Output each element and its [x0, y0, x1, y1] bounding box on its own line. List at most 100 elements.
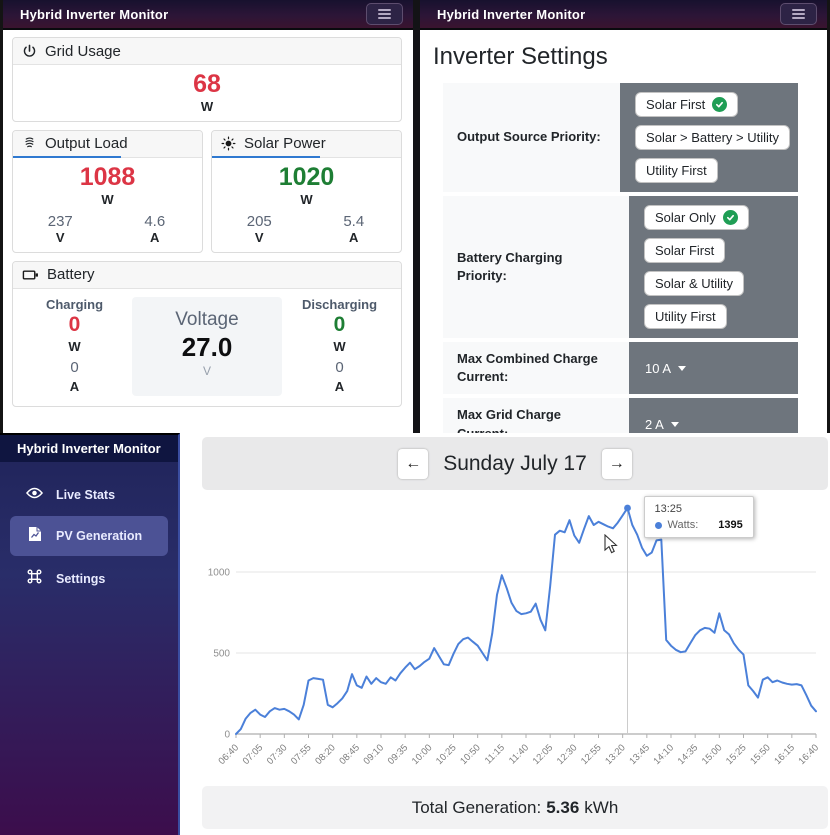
file-chart-icon [26, 526, 43, 546]
x-axis-tick-label: 08:45 [337, 742, 362, 767]
option-utility-first-button[interactable]: Utility First [635, 158, 718, 183]
x-axis-tick-label: 11:15 [483, 742, 507, 766]
max-combined-charge-row: Max Combined Charge Current: 10 A [443, 342, 798, 394]
x-axis-tick-label: 07:05 [241, 742, 266, 767]
next-day-button[interactable]: → [602, 449, 632, 479]
grid-usage-header: Grid Usage [13, 38, 401, 65]
navbar-title: Hybrid Inverter Monitor [20, 7, 168, 22]
power-icon [22, 44, 37, 59]
battery-icon [22, 268, 39, 282]
x-axis-tick-label: 14:10 [652, 742, 677, 767]
x-axis-tick-label: 11:40 [507, 742, 531, 766]
solar-power-volts: 205 [212, 213, 307, 230]
settings-table: Output Source Priority: Solar First Sola… [443, 83, 798, 451]
prev-day-button[interactable]: ← [398, 449, 428, 479]
total-generation-value: 5.36 [546, 798, 579, 818]
x-axis-tick-label: 10:50 [458, 742, 483, 767]
battery-charging-col: Charging 0 W 0 A [23, 297, 126, 397]
pv-line-chart[interactable]: 0500100006:4007:0507:3007:5508:2008:4509… [202, 490, 828, 786]
battery-voltage-box: Voltage 27.0 V [132, 297, 282, 397]
x-axis-tick-label: 13:45 [627, 742, 652, 767]
solar-power-card: Solar Power 1020 W 205 V 5.4 A [211, 130, 402, 253]
output-load-title: Output Load [45, 135, 128, 152]
y-axis-tick-label: 1000 [208, 568, 231, 579]
battery-card: Battery Charging 0 W 0 A Voltage 27.0 V [12, 261, 402, 408]
live-stats-panel: Hybrid Inverter Monitor Grid Usage 68 [0, 0, 413, 433]
grid-usage-unit: W [13, 99, 401, 114]
check-circle-icon [723, 210, 738, 225]
navbar-settings: Hybrid Inverter Monitor [420, 0, 827, 30]
battery-voltage-value: 27.0 [132, 331, 282, 365]
battery-charging-row: Battery Charging Priority: Solar Only So… [443, 196, 798, 338]
sidebar-item-pv-generation[interactable]: PV Generation [10, 516, 168, 556]
x-axis-tick-label: 10:25 [434, 742, 459, 767]
sidebar-item-settings[interactable]: Settings [10, 559, 168, 598]
menu-toggle-button[interactable] [780, 3, 817, 25]
series-dot-icon [655, 522, 662, 529]
x-axis-tick-label: 13:20 [603, 742, 628, 767]
option-solar-and-utility-button[interactable]: Solar & Utility [644, 271, 744, 296]
lightbulb-icon [22, 136, 37, 151]
x-axis-tick-label: 15:50 [748, 742, 773, 767]
x-axis-tick-label: 09:35 [386, 742, 411, 767]
x-axis-tick-label: 16:15 [772, 742, 797, 767]
output-load-amps: 4.6 [108, 213, 203, 230]
output-source-label: Output Source Priority: [443, 83, 620, 192]
battery-charging-watts: 0 [23, 312, 126, 338]
arrow-right-icon: → [609, 455, 625, 473]
hamburger-icon [378, 9, 391, 11]
live-stats-content: Grid Usage 68 W Output Load 108 [3, 30, 413, 407]
sun-icon [221, 136, 236, 151]
inverter-settings-panel: Hybrid Inverter Monitor Inverter Setting… [420, 0, 830, 433]
y-axis-tick-label: 0 [224, 730, 230, 741]
battery-title: Battery [47, 266, 95, 283]
option-solar-only-button[interactable]: Solar Only [644, 205, 749, 230]
mouse-cursor-icon [604, 534, 618, 554]
solar-power-header: Solar Power [212, 131, 401, 158]
grid-usage-card: Grid Usage 68 W [12, 37, 402, 122]
navbar-title: Hybrid Inverter Monitor [437, 7, 585, 22]
chart-tooltip: 13:25 Watts: 1395 [644, 496, 754, 538]
x-axis-tick-label: 16:40 [797, 742, 822, 767]
output-source-row: Output Source Priority: Solar First Sola… [443, 83, 798, 192]
battery-charging-amps: 0 [23, 357, 126, 378]
x-axis-tick-label: 15:25 [724, 742, 749, 767]
x-axis-tick-label: 12:30 [555, 742, 580, 767]
app-root: Hybrid Inverter Monitor Grid Usage 68 [0, 0, 830, 835]
pv-generation-panel: Hybrid Inverter Monitor Live Stats [0, 433, 830, 835]
x-axis-tick-label: 14:35 [676, 742, 701, 767]
check-circle-icon [712, 97, 727, 112]
panel-divider [413, 0, 420, 433]
max-grid-charge-dropdown[interactable]: 2 A [645, 417, 679, 432]
command-icon [26, 569, 43, 588]
x-axis-tick-label: 15:00 [700, 742, 725, 767]
option-solar-battery-utility-button[interactable]: Solar > Battery > Utility [635, 125, 790, 150]
solar-power-watts: 1020 [212, 163, 401, 192]
output-load-volts: 237 [13, 213, 108, 230]
x-axis-tick-label: 07:55 [289, 742, 314, 767]
option-solar-first-button[interactable]: Solar First [644, 238, 725, 263]
eye-icon [26, 486, 43, 503]
sidebar-title: Hybrid Inverter Monitor [0, 435, 178, 462]
y-axis-tick-label: 500 [213, 649, 230, 660]
max-combined-charge-dropdown[interactable]: 10 A [645, 361, 686, 376]
option-utility-first-button[interactable]: Utility First [644, 304, 727, 329]
solar-power-amps: 5.4 [307, 213, 402, 230]
sidebar: Hybrid Inverter Monitor Live Stats [0, 433, 180, 835]
watts-series-line [236, 508, 816, 734]
menu-toggle-button[interactable] [366, 3, 403, 25]
option-solar-first-button[interactable]: Solar First [635, 92, 738, 117]
grid-usage-title: Grid Usage [45, 43, 121, 60]
selected-point-dot [624, 505, 631, 512]
x-axis-tick-label: 10:00 [410, 742, 435, 767]
battery-discharging-amps: 0 [288, 357, 391, 378]
date-title: Sunday July 17 [443, 452, 587, 476]
x-axis-tick-label: 09:10 [362, 742, 387, 767]
x-axis-tick-label: 12:55 [579, 742, 604, 767]
battery-discharging-col: Discharging 0 W 0 A [288, 297, 391, 397]
arrow-left-icon: ← [405, 455, 421, 473]
sidebar-item-live-stats[interactable]: Live Stats [10, 476, 168, 513]
navbar-live: Hybrid Inverter Monitor [3, 0, 413, 30]
output-load-card: Output Load 1088 W 237 V 4.6 A [12, 130, 203, 253]
tooltip-value: 1395 [718, 519, 742, 531]
